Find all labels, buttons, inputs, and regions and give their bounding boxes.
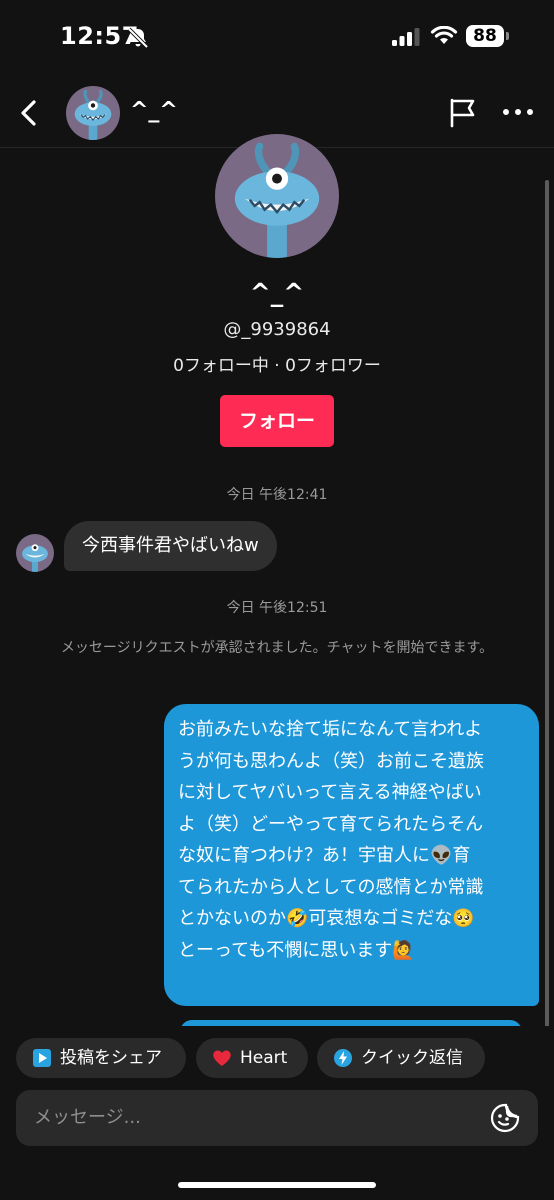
profile-handle: @_9939864 — [223, 319, 331, 340]
message-line: とかないのか🤣可哀想なゴミだな🥺 — [178, 908, 475, 929]
share-post-chip[interactable]: 投稿をシェア — [16, 1038, 186, 1078]
message-line: に対してヤバいって言える神経やばい — [178, 782, 482, 803]
wifi-icon — [430, 26, 458, 44]
chip-label: クイック返信 — [361, 1048, 463, 1068]
incoming-message-bubble[interactable]: 今西事件君やばいねw — [64, 521, 277, 571]
message-line: な奴に育つわけ？あ！宇宙人に👽育 — [178, 845, 471, 866]
scrollbar[interactable] — [545, 180, 549, 1030]
header-title[interactable]: ^_^ — [130, 98, 178, 123]
chevron-left-icon[interactable] — [14, 96, 44, 130]
home-indicator[interactable] — [178, 1182, 376, 1188]
outgoing-message-bubble[interactable]: お前みたいな捨て垢になんて言われよ うが何も思わんよ（笑）お前こそ遺族 に対して… — [164, 704, 539, 1006]
message-line: てられたから人としての感情とか常識 — [178, 876, 484, 898]
message-line: お前みたいな捨て垢になんて言われよ — [178, 719, 483, 740]
message-timestamp: 今日 午後12:41 — [226, 487, 328, 503]
message-placeholder: メッセージ... — [34, 1107, 141, 1128]
composer-area: 投稿をシェア Heart クイック返信 メッセージ... — [0, 1026, 554, 1200]
sender-avatar[interactable] — [16, 534, 54, 572]
status-bar: 12:57 88 — [0, 0, 554, 76]
profile-name: ^_^ — [249, 278, 305, 307]
heart-icon — [213, 1050, 231, 1066]
follow-button[interactable]: フォロー — [220, 395, 334, 447]
flag-icon[interactable] — [446, 96, 478, 128]
profile-follow-stats: 0フォロー中 · 0フォロワー — [173, 356, 381, 376]
lightning-bolt-icon — [334, 1049, 352, 1067]
bell-slash-icon — [127, 27, 149, 49]
sticker-icon[interactable] — [490, 1103, 520, 1133]
message-input[interactable]: メッセージ... — [16, 1090, 538, 1146]
profile-avatar[interactable] — [215, 134, 339, 258]
system-notice: メッセージリクエストが承認されました。チャットを開始できます。 — [60, 640, 494, 656]
chip-label: 投稿をシェア — [60, 1048, 162, 1068]
cellular-signal-icon — [392, 28, 420, 46]
avatar[interactable] — [66, 86, 120, 140]
message-line: うが何も思わんよ（笑）お前こそ遺族 — [178, 750, 484, 772]
battery-icon: 88 — [466, 25, 509, 47]
message-line: とーっても不憫に思います🙋 — [178, 939, 415, 961]
chip-label: Heart — [240, 1048, 288, 1068]
heart-chip[interactable]: Heart — [196, 1038, 308, 1078]
message-line: よ（笑）どーやって育てられたらそん — [178, 813, 484, 835]
play-square-icon — [33, 1049, 51, 1067]
message-timestamp: 今日 午後12:51 — [226, 600, 328, 616]
quick-reply-chip[interactable]: クイック返信 — [317, 1038, 485, 1078]
more-horizontal-icon[interactable] — [500, 98, 536, 126]
